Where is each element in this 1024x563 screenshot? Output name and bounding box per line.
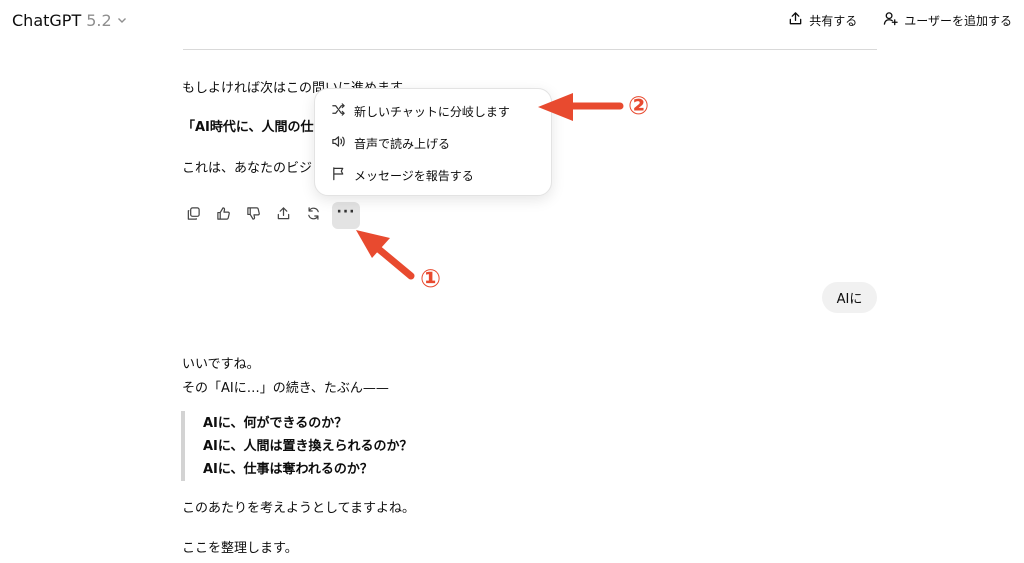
menu-item-report-message[interactable]: メッセージを報告する	[321, 159, 545, 191]
quote-line: AIに、仕事は奪われるのか？	[203, 462, 373, 477]
menu-item-label: 新しいチャットに分岐します	[354, 104, 510, 119]
copy-button[interactable]	[180, 202, 206, 228]
share-icon	[276, 206, 291, 225]
add-user-label: ユーザーを追加する	[904, 13, 1012, 28]
message-text: このあたりを考えようとしてますよね。	[182, 501, 415, 516]
message-text: これは、あなたのビジ	[182, 161, 313, 176]
message-text: ここを整理します。	[182, 541, 298, 556]
message-bold-text: 「AI時代に、人間の仕	[182, 120, 314, 135]
share-icon	[788, 11, 803, 29]
quote-line: AIに、何ができるのか？	[203, 416, 348, 431]
share-message-button[interactable]	[270, 202, 296, 228]
thumbs-up-icon	[216, 206, 231, 225]
annotation-number-2: ②	[628, 91, 650, 120]
refresh-icon	[306, 206, 321, 225]
flag-icon	[331, 166, 346, 184]
divider	[183, 49, 877, 50]
chevron-down-icon	[117, 15, 127, 28]
add-user-button[interactable]: ユーザーを追加する	[883, 11, 1012, 29]
header: ChatGPT 5.2 共有する ユーザーを追加する	[0, 0, 1024, 40]
menu-item-read-aloud[interactable]: 音声で読み上げる	[321, 127, 545, 159]
message-text: その「AIに…」の続き、たぶん——	[182, 381, 389, 396]
speaker-icon	[331, 134, 346, 152]
annotation-arrow-1	[356, 230, 415, 280]
annotation-arrows	[356, 93, 624, 280]
user-message-bubble: AIに	[822, 282, 877, 313]
thumbs-down-button[interactable]	[240, 202, 266, 228]
menu-item-branch-chat[interactable]: 新しいチャットに分岐します	[321, 95, 545, 127]
message-text: いいですね。	[182, 357, 260, 372]
more-actions-button[interactable]: ···	[332, 201, 360, 229]
copy-icon	[186, 206, 201, 225]
message-options-menu: 新しいチャットに分岐します 音声で読み上げる メッセージを報告する	[314, 88, 552, 196]
menu-item-label: 音声で読み上げる	[354, 136, 451, 151]
share-label: 共有する	[809, 13, 858, 28]
blockquote: AIに、何ができるのか？ AIに、人間は置き換えられるのか？ AIに、仕事は奪わ…	[181, 411, 481, 481]
more-horizontal-icon: ···	[336, 204, 356, 220]
model-version: 5.2	[86, 10, 112, 30]
thumbs-up-button[interactable]	[210, 202, 236, 228]
thumbs-down-icon	[246, 206, 261, 225]
menu-item-label: メッセージを報告する	[354, 168, 474, 183]
model-name: ChatGPT	[12, 10, 82, 30]
quote-line: AIに、人間は置き換えられるのか？	[203, 439, 413, 454]
add-user-icon	[883, 11, 898, 29]
branch-icon	[331, 102, 346, 120]
model-selector-button[interactable]: ChatGPT 5.2	[12, 11, 127, 30]
message-action-toolbar: ···	[180, 201, 360, 229]
annotation-number-1: ①	[420, 264, 442, 293]
share-button[interactable]: 共有する	[788, 11, 857, 29]
regenerate-button[interactable]	[300, 202, 326, 228]
